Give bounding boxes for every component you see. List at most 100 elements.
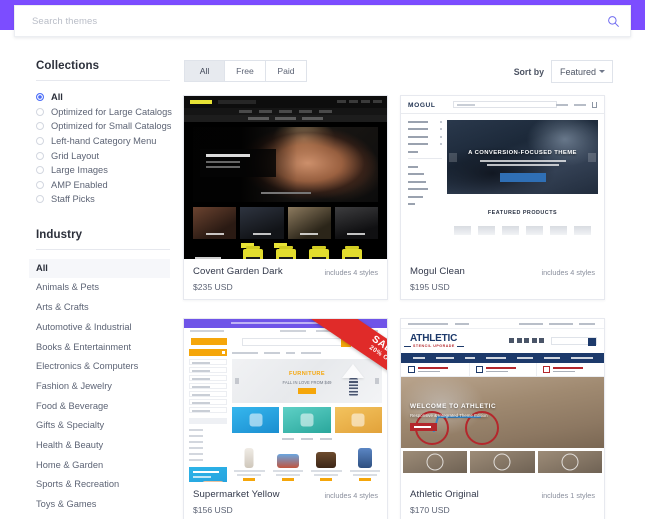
preview-logo (190, 100, 212, 104)
industry-item-food-beverage[interactable]: Food & Beverage (29, 397, 170, 417)
preview-nav (184, 108, 387, 115)
theme-card-footer: Athletic Original $170 USD includes 1 st… (401, 482, 604, 519)
collection-option-large-images[interactable]: Large Images (36, 163, 170, 178)
industry-divider (36, 248, 170, 250)
collections-radio-group: All Optimized for Large Catalogs Optimiz… (36, 90, 172, 207)
theme-card-athletic-original[interactable]: ATHLETIC STENCIL UPGRADE WELCOME TO ATHL… (400, 318, 605, 519)
industry-item-electronics-computers[interactable]: Electronics & Computers (29, 357, 170, 377)
preview-hero: WELCOME TO ATHLETIC Responsive & Integra… (401, 377, 604, 448)
preview-logo: MOGUL (408, 102, 436, 109)
preview-cta-button (410, 423, 437, 431)
preview-category-tiles (193, 207, 378, 239)
preview-category-menu (184, 349, 230, 482)
industry-list: All Animals & Pets Arts & Crafts Automot… (29, 258, 170, 515)
preview-hero-heading: WELCOME TO ATHLETIC (410, 403, 497, 410)
theme-card-covent-garden-dark[interactable]: Covent Garden Dark $235 USD includes 4 s… (183, 95, 388, 300)
theme-preview-image: ATHLETIC STENCIL UPGRADE WELCOME TO ATHL… (401, 319, 604, 482)
theme-marketplace-page: Collections All Optimized for Large Cata… (0, 0, 645, 519)
sort-control: Sort by Featured (514, 60, 613, 83)
industry-heading: Industry (36, 228, 83, 241)
results-toolbar: All Free Paid Sort by Featured (184, 60, 613, 83)
preview-search (551, 337, 597, 346)
sort-by-label: Sort by (513, 66, 544, 77)
price-filter-free[interactable]: Free (225, 60, 266, 82)
theme-price: $235 USD (193, 282, 233, 292)
chevron-down-icon (599, 70, 605, 73)
search-input[interactable] (15, 6, 596, 36)
price-filter-paid[interactable]: Paid (266, 60, 307, 82)
theme-card-mogul-clean[interactable]: MOGUL A CONVERSION-FOCUSED THEME FEATURE… (400, 95, 605, 300)
preview-promo-tiles (232, 407, 382, 433)
theme-preview-image: MOGUL A CONVERSION-FOCUSED THEME FEATURE… (401, 96, 604, 259)
carousel-next-icon (588, 153, 596, 162)
search-bar (14, 5, 631, 37)
preview-hero-sub: FALL IN LOVE FROM $49 (282, 380, 332, 385)
collection-option-label: Large Images (51, 165, 108, 176)
preview-hero: FURNITURE FALL IN LOVE FROM $49 (232, 359, 382, 403)
theme-grid: Covent Garden Dark $235 USD includes 4 s… (183, 95, 615, 519)
radio-icon (36, 137, 44, 146)
carousel-prev-icon (235, 378, 239, 384)
collection-option-staff-picks[interactable]: Staff Picks (36, 192, 170, 207)
theme-price: $170 USD (410, 505, 450, 515)
carousel-prev-icon (449, 153, 457, 162)
industry-item-toys-games[interactable]: Toys & Games (29, 495, 170, 515)
preview-logo-sub: STENCIL UPGRADE (404, 344, 464, 348)
industry-item-home-garden[interactable]: Home & Garden (29, 456, 170, 476)
theme-price: $195 USD (410, 282, 450, 292)
preview-hero-sub: Responsive & Integrated Theme Edition (410, 413, 488, 418)
theme-preview-image: FURNITURE FALL IN LOVE FROM $49 SALE 20%… (184, 319, 387, 482)
preview-search (218, 100, 256, 104)
page-content: Collections All Optimized for Large Cata… (0, 40, 645, 519)
preview-hero-heading: A CONVERSION-FOCUSED THEME (468, 150, 577, 156)
collections-heading: Collections (36, 60, 100, 72)
industry-item-health-beauty[interactable]: Health & Beauty (29, 436, 170, 456)
preview-utility-links (556, 102, 597, 108)
collection-option-label: Grid Layout (51, 150, 100, 161)
preview-hero-heading: FURNITURE (289, 371, 325, 377)
theme-card-footer: Covent Garden Dark $235 USD includes 4 s… (184, 259, 387, 299)
preview-product-row (232, 444, 382, 482)
radio-icon (36, 107, 44, 116)
preview-nav (401, 353, 604, 363)
industry-item-all[interactable]: All (29, 258, 170, 279)
collection-option-label: Optimized for Small Catalogs (51, 121, 172, 132)
radio-icon (36, 93, 44, 102)
preview-product-row (447, 226, 598, 235)
cart-icon (592, 102, 597, 108)
collection-option-left-hand-menu[interactable]: Left-hand Category Menu (36, 134, 170, 149)
industry-item-books-entertainment[interactable]: Books & Entertainment (29, 338, 170, 358)
search-icon (607, 15, 620, 28)
radio-icon (36, 180, 44, 189)
preview-cta-button (298, 388, 316, 394)
collection-option-label: Staff Picks (51, 194, 95, 205)
search-submit-button[interactable] (596, 6, 630, 36)
preview-sidebar-nav (401, 114, 447, 259)
industry-item-gifts-specialty[interactable]: Gifts & Specialty (29, 416, 170, 436)
filter-sidebar: Collections All Optimized for Large Cata… (29, 60, 172, 515)
theme-styles-count: includes 4 styles (324, 268, 378, 277)
sort-select[interactable]: Featured (551, 60, 613, 83)
theme-price: $156 USD (193, 505, 233, 515)
preview-logo: ATHLETIC (410, 333, 458, 344)
preview-search (453, 101, 557, 108)
radio-icon (36, 151, 44, 160)
price-filter-all[interactable]: All (184, 60, 225, 82)
radio-icon (36, 166, 44, 175)
collection-option-amp-enabled[interactable]: AMP Enabled (36, 178, 170, 193)
preview-section-heading: FEATURED PRODUCTS (487, 210, 558, 216)
collection-option-label: All (51, 92, 63, 103)
theme-styles-count: includes 4 styles (324, 491, 378, 500)
collection-option-large-catalogs[interactable]: Optimized for Large Catalogs (36, 105, 172, 120)
collections-divider (36, 80, 170, 81)
industry-item-automotive-industrial[interactable]: Automotive & Industrial (29, 318, 170, 338)
collection-option-grid-layout[interactable]: Grid Layout (36, 148, 170, 163)
collection-option-all[interactable]: All (36, 90, 170, 105)
theme-card-supermarket-yellow[interactable]: FURNITURE FALL IN LOVE FROM $49 SALE 20%… (183, 318, 388, 519)
industry-item-arts-crafts[interactable]: Arts & Crafts (29, 298, 170, 318)
collection-option-small-catalogs[interactable]: Optimized for Small Catalogs (36, 119, 172, 134)
industry-item-fashion-jewelry[interactable]: Fashion & Jewelry (29, 377, 170, 397)
industry-item-sports-recreation[interactable]: Sports & Recreation (29, 475, 170, 495)
collection-option-label: AMP Enabled (51, 179, 108, 190)
industry-item-animals-pets[interactable]: Animals & Pets (29, 278, 170, 298)
